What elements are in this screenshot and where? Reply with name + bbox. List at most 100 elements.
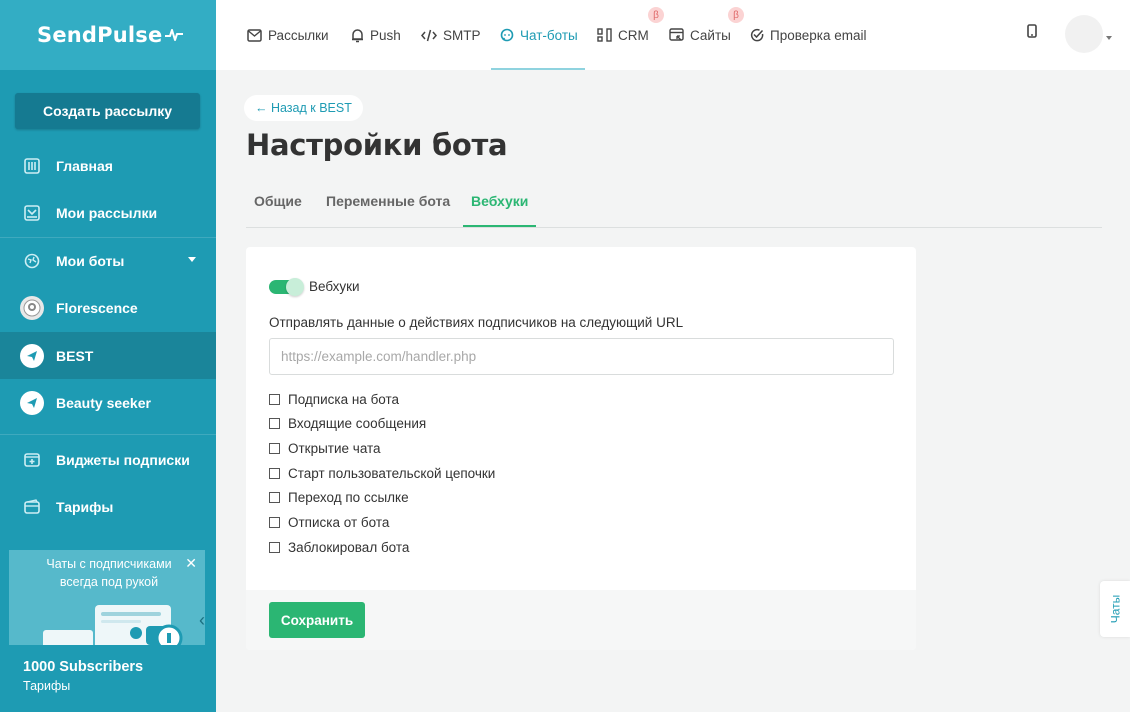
chat-icon xyxy=(500,28,514,42)
sidebar-item-label: Мои боты xyxy=(56,252,125,269)
active-tab-indicator xyxy=(491,68,585,70)
mobile-icon[interactable] xyxy=(1027,24,1037,43)
check-circle-icon xyxy=(750,28,764,42)
sidebar-item-widgets[interactable]: Виджеты подписки xyxy=(0,436,216,483)
toggle-knob xyxy=(286,278,304,296)
logo[interactable]: SendPulse xyxy=(37,23,184,47)
chats-tab-label: Чаты xyxy=(1108,594,1122,624)
telegram-icon xyxy=(20,390,44,415)
event-checkbox-row[interactable]: Старт пользовательской цепочки xyxy=(269,464,495,482)
mailings-icon xyxy=(22,203,42,223)
topnav-push[interactable]: Push xyxy=(351,0,401,70)
tab-webhooks[interactable]: Вебхуки xyxy=(463,188,537,228)
sidebar-item-label: Beauty seeker xyxy=(56,394,151,411)
back-link[interactable]: ← Назад к BEST xyxy=(244,95,363,121)
checkbox-label: Открытие чата xyxy=(288,440,381,456)
url-label: Отправлять данные о действиях подписчико… xyxy=(269,315,684,330)
sidebar-item-my-bots[interactable]: Мои боты xyxy=(0,237,216,284)
topnav-label: CRM xyxy=(618,27,649,43)
sidebar-bot-best[interactable]: BEST xyxy=(0,332,216,379)
pulse-icon xyxy=(165,29,184,41)
logo-text: SendPulse xyxy=(37,23,163,47)
webhooks-toggle[interactable] xyxy=(269,278,304,296)
checkbox-label: Старт пользовательской цепочки xyxy=(288,465,496,481)
bell-icon xyxy=(351,28,364,43)
event-checkbox-row[interactable]: Переход по ссылке xyxy=(269,488,409,506)
topnav-chatbots[interactable]: Чат-боты xyxy=(500,0,578,70)
telegram-icon xyxy=(20,343,44,368)
dashboard-icon xyxy=(22,156,42,176)
checkbox-label: Заблокировал бота xyxy=(288,539,410,555)
event-checkbox-row[interactable]: Заблокировал бота xyxy=(269,538,409,556)
sidebar-bot-beauty-seeker[interactable]: Beauty seeker xyxy=(0,379,216,426)
globe-icon xyxy=(22,251,42,271)
code-icon xyxy=(421,29,437,42)
topnav-label: Проверка email xyxy=(770,27,867,43)
logo-bar: SendPulse xyxy=(0,0,216,70)
sidebar-item-home[interactable]: Главная xyxy=(0,142,216,189)
topnav-smtp[interactable]: SMTP xyxy=(421,0,481,70)
topnav-label: Рассылки xyxy=(268,27,329,43)
event-checkbox-row[interactable]: Открытие чата xyxy=(269,439,381,457)
checkbox[interactable] xyxy=(269,467,280,479)
avatar[interactable] xyxy=(1065,15,1103,53)
webhooks-card: Вебхуки Отправлять данные о действиях по… xyxy=(246,247,916,650)
save-button[interactable]: Сохранить xyxy=(269,602,365,638)
sidebar-item-label: Тарифы xyxy=(56,498,114,515)
mail-icon xyxy=(247,28,262,42)
checkbox-label: Подписка на бота xyxy=(288,391,400,407)
create-campaign-button[interactable]: Создать рассылку xyxy=(15,93,200,129)
sidebar: SendPulse Создать рассылку Главная Мои р… xyxy=(0,0,216,712)
topnav-label: Push xyxy=(370,27,401,43)
topnav-crm[interactable]: CRM xyxy=(597,0,649,70)
close-icon[interactable]: ✕ xyxy=(185,555,197,572)
sidebar-item-label: Мои рассылки xyxy=(56,204,158,221)
chevron-down-icon[interactable] xyxy=(188,257,196,262)
top-navigation: Рассылки Push SMTP Чат-боты CRM β Сайты … xyxy=(216,0,1130,70)
topnav-label: Сайты xyxy=(690,27,731,43)
toggle-label: Вебхуки xyxy=(309,279,360,294)
widget-icon xyxy=(22,450,42,470)
topnav-label: SMTP xyxy=(443,27,481,43)
sidebar-item-label: BEST xyxy=(56,347,94,364)
plan-title: 1000 Subscribers xyxy=(23,659,144,675)
checkbox[interactable] xyxy=(269,393,280,405)
beta-badge: β xyxy=(648,7,664,23)
current-plan[interactable]: 1000 Subscribers Тарифы xyxy=(23,659,143,693)
promo-banner[interactable]: Чаты с подписчиками всегда под рукой ✕ ‹ xyxy=(9,550,205,645)
tab-general[interactable]: Общие xyxy=(254,188,302,228)
event-checkbox-row[interactable]: Входящие сообщения xyxy=(269,414,426,432)
checkbox[interactable] xyxy=(269,491,280,503)
sidebar-item-pricing[interactable]: Тарифы xyxy=(0,483,216,530)
sidebar-bot-florescence[interactable]: Florescence xyxy=(0,284,216,331)
topnav-email-verify[interactable]: Проверка email xyxy=(750,0,866,70)
bot-avatar-icon xyxy=(20,295,44,320)
checkbox-label: Переход по ссылке xyxy=(288,489,409,505)
topnav-sites[interactable]: Сайты xyxy=(669,0,731,70)
topnav-label: Чат-боты xyxy=(520,27,578,43)
promo-text: Чаты с подписчиками всегда под рукой xyxy=(46,557,172,589)
checkbox[interactable] xyxy=(269,417,280,429)
site-icon xyxy=(669,28,684,42)
sidebar-item-mailings[interactable]: Мои рассылки xyxy=(0,189,216,236)
tab-bot-variables[interactable]: Переменные бота xyxy=(326,188,450,228)
page-title: Настройки бота xyxy=(246,128,508,162)
chevron-left-icon[interactable]: ‹ xyxy=(199,610,205,631)
sidebar-item-label: Florescence xyxy=(56,299,138,316)
topnav-mailings[interactable]: Рассылки xyxy=(247,0,329,70)
checkbox[interactable] xyxy=(269,442,280,454)
chats-side-tab[interactable]: Чаты xyxy=(1100,581,1130,637)
event-checkbox-row[interactable]: Подписка на бота xyxy=(269,390,399,408)
sidebar-item-label: Виджеты подписки xyxy=(56,451,190,468)
event-checkbox-row[interactable]: Отписка от бота xyxy=(269,513,389,531)
checkbox-label: Отписка от бота xyxy=(288,514,390,530)
webhook-url-input[interactable] xyxy=(269,338,894,375)
wallet-icon xyxy=(22,497,42,517)
chevron-down-icon[interactable] xyxy=(1106,36,1112,40)
divider xyxy=(0,434,216,435)
plan-link[interactable]: Тарифы xyxy=(23,679,143,693)
tabs-divider xyxy=(246,227,1102,228)
checkbox[interactable] xyxy=(269,516,280,528)
crm-icon xyxy=(597,28,612,42)
checkbox[interactable] xyxy=(269,541,280,553)
